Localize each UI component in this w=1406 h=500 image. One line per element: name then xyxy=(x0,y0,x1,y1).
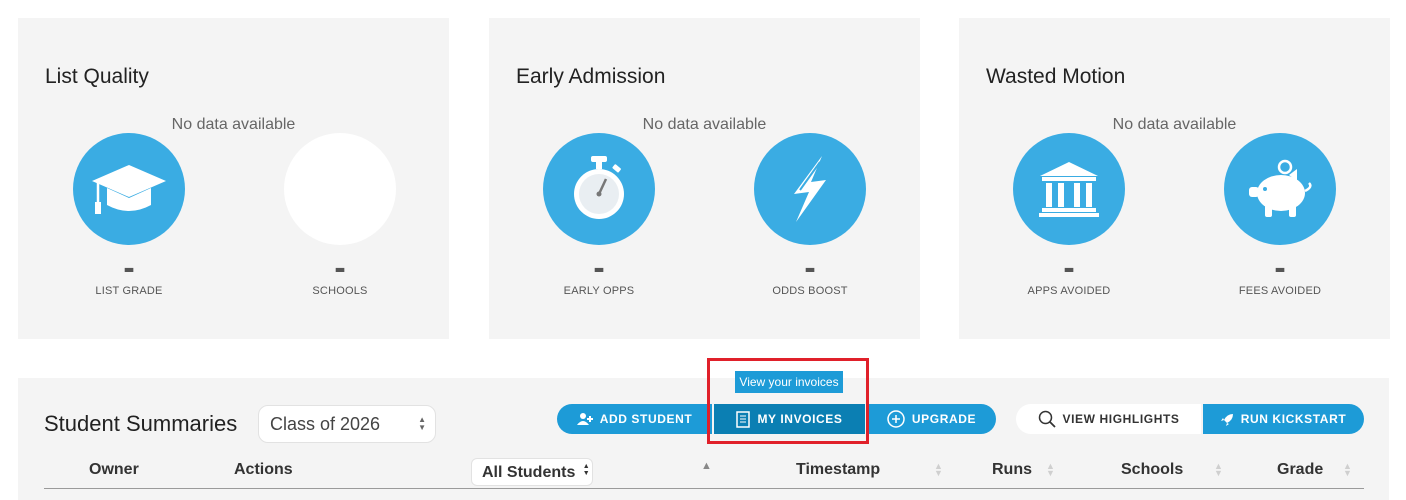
no-data-text: No data available xyxy=(171,116,296,133)
list-quality-card: List Quality No data available - LIST GR… xyxy=(18,18,449,339)
early-admission-card: Early Admission No data available - EARL… xyxy=(489,18,920,339)
column-grade[interactable]: Grade xyxy=(1277,461,1323,479)
my-invoices-button[interactable]: MY INVOICES xyxy=(714,404,865,434)
search-icon xyxy=(1038,410,1056,428)
stopwatch-icon xyxy=(543,133,655,245)
column-schools[interactable]: Schools xyxy=(1121,461,1183,479)
no-data-text: No data available xyxy=(642,116,767,133)
add-student-label: ADD STUDENT xyxy=(599,412,693,426)
run-kickstart-label: RUN KICKSTART xyxy=(1240,412,1347,426)
metric-label: EARLY OPPS xyxy=(563,285,635,297)
sort-icon[interactable]: ▲ ▼ xyxy=(934,462,943,478)
sort-icon[interactable]: ▲ ▼ xyxy=(1343,462,1352,478)
bank-icon xyxy=(1013,133,1125,245)
upgrade-label: UPGRADE xyxy=(911,412,977,426)
wasted-motion-card: Wasted Motion No data available - APPS A… xyxy=(959,18,1390,339)
table-header-divider xyxy=(44,488,1364,489)
metric-value: - xyxy=(804,249,816,287)
column-timestamp[interactable]: Timestamp xyxy=(796,461,880,479)
column-actions: Actions xyxy=(234,461,293,478)
select-arrows-icon: ▲ ▼ xyxy=(418,415,426,432)
view-highlights-button[interactable]: VIEW HIGHLIGHTS xyxy=(1016,404,1201,434)
select-arrows-icon: ▲ ▼ xyxy=(582,463,590,477)
metric-list-grade: - LIST GRADE xyxy=(73,133,185,297)
students-filter-value: All Students xyxy=(482,464,576,481)
document-icon xyxy=(736,410,751,428)
metric-label: ODDS BOOST xyxy=(772,285,848,297)
section-title: Student Summaries xyxy=(44,411,238,436)
metric-value: - xyxy=(1274,249,1286,287)
class-select-value: Class of 2026 xyxy=(270,414,381,434)
column-runs[interactable]: Runs xyxy=(992,461,1032,479)
student-summaries-panel xyxy=(18,378,1389,500)
metric-fees-avoided: - FEES AVOIDED xyxy=(1224,133,1336,297)
class-select[interactable]: Class of 2026 ▲ ▼ xyxy=(258,405,436,443)
invoices-tooltip: View your invoices xyxy=(735,371,843,393)
metric-value: - xyxy=(593,249,605,287)
column-owner[interactable]: Owner xyxy=(89,461,139,479)
metric-label: LIST GRADE xyxy=(95,285,163,297)
lightning-icon xyxy=(754,133,866,245)
run-kickstart-button[interactable]: RUN KICKSTART xyxy=(1203,404,1364,434)
metric-label: FEES AVOIDED xyxy=(1238,285,1322,297)
metric-apps-avoided: - APPS AVOIDED xyxy=(1013,133,1125,297)
no-data-text: No data available xyxy=(1112,116,1237,133)
metric-value: - xyxy=(123,249,135,287)
metric-label: APPS AVOIDED xyxy=(1027,285,1111,297)
piggy-bank-icon xyxy=(1224,133,1336,245)
card-title: List Quality xyxy=(45,65,149,88)
students-filter-select[interactable]: All Students ▲ ▼ xyxy=(471,458,593,486)
metric-early-opps: - EARLY OPPS xyxy=(543,133,655,297)
add-student-button[interactable]: ADD STUDENT xyxy=(557,404,712,434)
graduation-cap-icon xyxy=(73,133,185,245)
card-title: Wasted Motion xyxy=(986,65,1126,88)
metric-value: - xyxy=(1063,249,1075,287)
metric-label: SCHOOLS xyxy=(312,285,368,297)
view-highlights-label: VIEW HIGHLIGHTS xyxy=(1062,412,1180,426)
plus-circle-icon xyxy=(887,410,905,428)
sort-icon[interactable]: ▲ ▼ xyxy=(1046,462,1055,478)
rocket-icon xyxy=(1220,413,1234,426)
my-invoices-label: MY INVOICES xyxy=(757,412,843,426)
metric-value: - xyxy=(334,249,346,287)
metric-schools: - SCHOOLS xyxy=(284,133,396,297)
card-title: Early Admission xyxy=(516,65,666,88)
blank-circle xyxy=(284,133,396,245)
metric-odds-boost: - ODDS BOOST xyxy=(754,133,866,297)
sort-asc-icon[interactable]: ▲ xyxy=(701,461,712,472)
upgrade-button[interactable]: UPGRADE xyxy=(867,404,996,434)
add-user-icon xyxy=(576,413,593,425)
sort-icon[interactable]: ▲ ▼ xyxy=(1214,462,1223,478)
